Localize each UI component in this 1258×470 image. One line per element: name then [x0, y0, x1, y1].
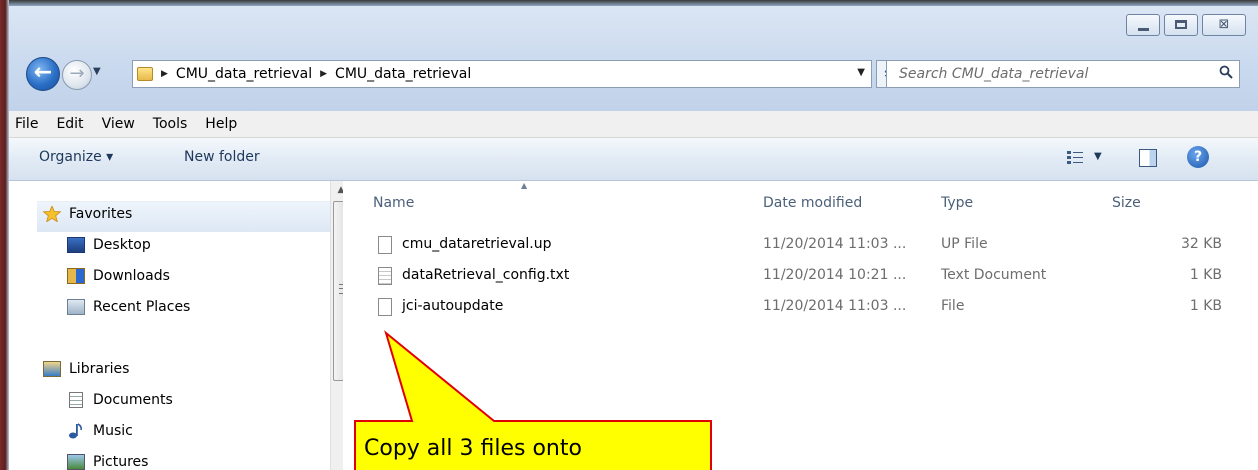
libraries-icon: [43, 361, 61, 377]
nav-recent-places[interactable]: Recent Places: [67, 299, 190, 315]
address-bar[interactable]: ▶ CMU_data_retrieval ▶ CMU_data_retrieva…: [132, 60, 872, 88]
menu-tools[interactable]: Tools: [144, 116, 197, 132]
command-bar: Organize ▾ New folder ▼ ?: [9, 138, 1258, 181]
file-size: 1 KB: [1189, 298, 1222, 314]
forward-button[interactable]: →: [62, 60, 92, 90]
address-dropdown-icon[interactable]: ▼: [857, 67, 865, 78]
documents-icon: [69, 392, 83, 408]
chevron-right-icon[interactable]: ▶: [161, 69, 168, 79]
file-list: ▲ Name Date modified Type Size cmu_datar…: [343, 181, 1258, 470]
search-placeholder: Search CMU_data_retrieval: [899, 66, 1089, 82]
file-row[interactable]: dataRetrieval_config.txt 11/20/2014 10:2…: [378, 261, 1248, 291]
menu-file[interactable]: File: [9, 116, 47, 132]
help-icon[interactable]: ?: [1187, 146, 1209, 168]
callout-text: Copy all 3 files onto: [364, 436, 582, 461]
nav-favorites[interactable]: Favorites: [43, 206, 132, 222]
nav-desktop[interactable]: Desktop: [67, 237, 151, 253]
file-row[interactable]: jci-autoupdate 11/20/2014 11:03 ... File…: [378, 292, 1248, 322]
column-size[interactable]: Size: [1112, 195, 1141, 211]
file-date: 11/20/2014 10:21 ...: [763, 267, 907, 283]
file-name: cmu_dataretrieval.up: [402, 236, 552, 252]
file-icon: [378, 298, 392, 316]
preview-pane-icon[interactable]: [1139, 149, 1157, 167]
chevron-right-icon[interactable]: ▶: [320, 69, 327, 79]
file-type: Text Document: [941, 267, 1047, 283]
file-date: 11/20/2014 11:03 ...: [763, 298, 907, 314]
nav-label: Music: [93, 423, 133, 439]
close-button[interactable]: ⊠: [1202, 14, 1246, 36]
navigation-pane: Favorites Desktop Downloads Recent Place…: [9, 181, 351, 470]
breadcrumb-item[interactable]: CMU_data_retrieval: [335, 66, 471, 82]
menu-edit[interactable]: Edit: [47, 116, 92, 132]
file-icon: [378, 236, 392, 254]
maximize-button[interactable]: [1164, 14, 1198, 36]
nav-label: Downloads: [93, 268, 170, 284]
breadcrumb-item[interactable]: CMU_data_retrieval: [176, 66, 312, 82]
file-size: 1 KB: [1189, 267, 1222, 283]
sort-ascending-icon: ▲: [521, 181, 528, 190]
history-dropdown-icon[interactable]: ▼: [93, 66, 101, 77]
view-dropdown-icon[interactable]: ▼: [1094, 151, 1102, 162]
column-name[interactable]: Name: [373, 195, 414, 211]
nav-label: Recent Places: [93, 299, 191, 315]
column-type[interactable]: Type: [941, 195, 973, 211]
nav-libraries[interactable]: Libraries: [43, 361, 129, 377]
folder-icon: [137, 67, 153, 81]
nav-label: Libraries: [69, 361, 130, 377]
organize-button[interactable]: Organize ▾: [39, 149, 113, 165]
search-input[interactable]: Search CMU_data_retrieval: [886, 60, 1240, 88]
back-button[interactable]: ←: [26, 57, 60, 91]
window-controls: ⊠: [1126, 14, 1246, 36]
new-folder-button[interactable]: New folder: [184, 149, 260, 165]
nav-music[interactable]: Music: [67, 423, 133, 439]
text-file-icon: [378, 267, 392, 285]
downloads-folder-icon: [67, 268, 85, 284]
nav-label: Pictures: [93, 454, 149, 470]
menu-help[interactable]: Help: [196, 116, 246, 132]
file-size: 32 KB: [1180, 236, 1222, 252]
pictures-icon: [67, 454, 85, 470]
nav-pictures[interactable]: Pictures: [67, 454, 148, 470]
nav-label: Desktop: [93, 237, 151, 253]
desktop-icon: [67, 237, 85, 253]
file-name: dataRetrieval_config.txt: [402, 267, 570, 283]
menu-bar: File Edit View Tools Help: [9, 111, 1258, 138]
search-icon[interactable]: [1219, 65, 1233, 79]
file-row[interactable]: cmu_dataretrieval.up 11/20/2014 11:03 ..…: [378, 230, 1248, 260]
nav-label: Favorites: [69, 206, 133, 222]
star-icon: [43, 206, 61, 222]
view-options-icon[interactable]: [1067, 151, 1083, 165]
file-name: jci-autoupdate: [402, 298, 504, 314]
file-date: 11/20/2014 11:03 ...: [763, 236, 907, 252]
file-type: UP File: [941, 236, 988, 252]
recent-places-icon: [67, 299, 85, 315]
nav-label: Documents: [93, 392, 173, 408]
nav-documents[interactable]: Documents: [67, 392, 173, 408]
music-icon: [69, 423, 82, 439]
window-left-edge: [0, 0, 9, 470]
column-date-modified[interactable]: Date modified: [763, 195, 862, 211]
menu-view[interactable]: View: [93, 116, 144, 132]
explorer-window: ⊠ ← → ▼ ▶ CMU_data_retrieval ▶ CMU_data_…: [0, 0, 1258, 470]
minimize-button[interactable]: [1126, 14, 1160, 36]
nav-downloads[interactable]: Downloads: [67, 268, 170, 284]
file-type: File: [941, 298, 965, 314]
